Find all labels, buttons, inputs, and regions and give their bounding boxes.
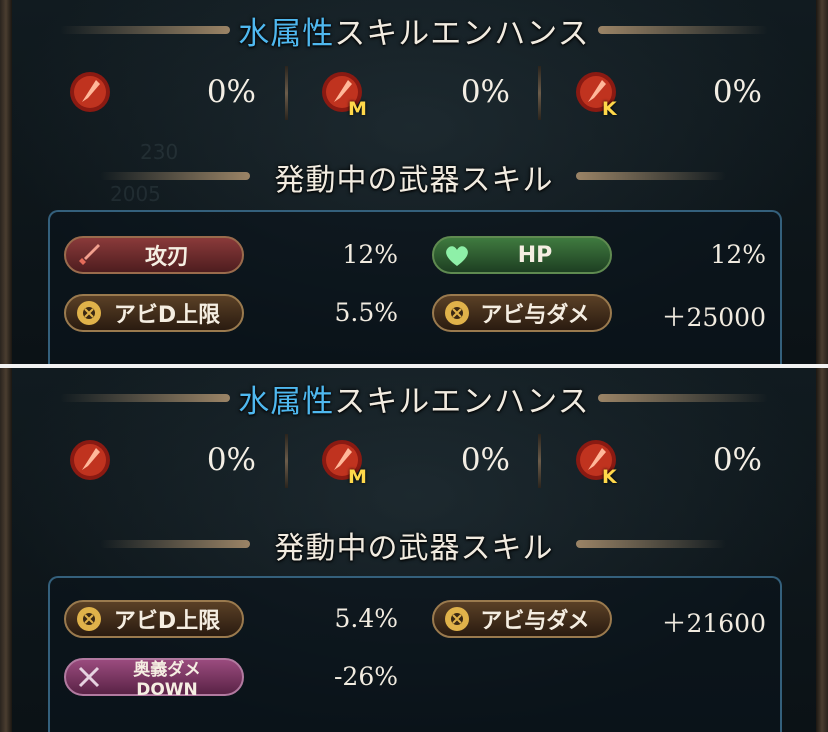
weapon-skills-box: 攻刃 12% HP 12% アビD上限 5.5% アビ与ダメ ＋25000 [48, 210, 782, 364]
skill-value: ＋25000 [661, 303, 766, 332]
gear-icon [445, 301, 469, 325]
water-blade-icon [70, 72, 110, 112]
enhance-value: 0% [460, 442, 510, 478]
skill-pill: 攻刃 [64, 236, 244, 274]
skill-pill: アビ与ダメ [432, 600, 612, 638]
skill-pill: HP [432, 236, 612, 274]
magna-badge: M [348, 98, 367, 120]
skill-value: 12% [710, 240, 766, 269]
skill-value: 12% [342, 240, 398, 269]
skill-pill: アビ与ダメ [432, 294, 612, 332]
heart-icon [446, 246, 468, 266]
skill-pill: アビD上限 [64, 294, 244, 332]
skill-panel-2: 水属性スキルエンハンス 0% M 0% K 0% 発動中の武器スキル アビD上限… [0, 368, 828, 732]
enhance-value: 0% [460, 74, 510, 110]
water-blade-icon [70, 440, 110, 480]
gear-icon [77, 301, 101, 325]
sword-icon [79, 244, 100, 265]
skill-value: 5.4% [334, 604, 398, 633]
skill-value: ＋21600 [661, 609, 766, 638]
skill-pill: 奥義ダメDOWN [64, 658, 244, 700]
skill-value: -26% [333, 662, 398, 691]
gear-icon [77, 607, 101, 631]
ex-badge: K [602, 98, 617, 120]
enhance-value: 0% [206, 442, 256, 478]
enhance-value: 0% [712, 74, 762, 110]
crossed-swords-icon [78, 666, 100, 688]
magna-badge: M [348, 466, 367, 488]
skill-pill: アビD上限 [64, 600, 244, 638]
enhance-value: 0% [712, 442, 762, 478]
skill-value: 5.5% [334, 298, 398, 327]
gear-icon [445, 607, 469, 631]
enhance-value: 0% [206, 74, 256, 110]
weapon-skills-box: アビD上限 5.4% アビ与ダメ ＋21600 奥義ダメDOWN -26% [48, 576, 782, 732]
ex-badge: K [602, 466, 617, 488]
skill-panel-1: 230 2005 水属性スキルエンハンス 0% M 0% K 0% 発動中の武器… [0, 0, 828, 364]
